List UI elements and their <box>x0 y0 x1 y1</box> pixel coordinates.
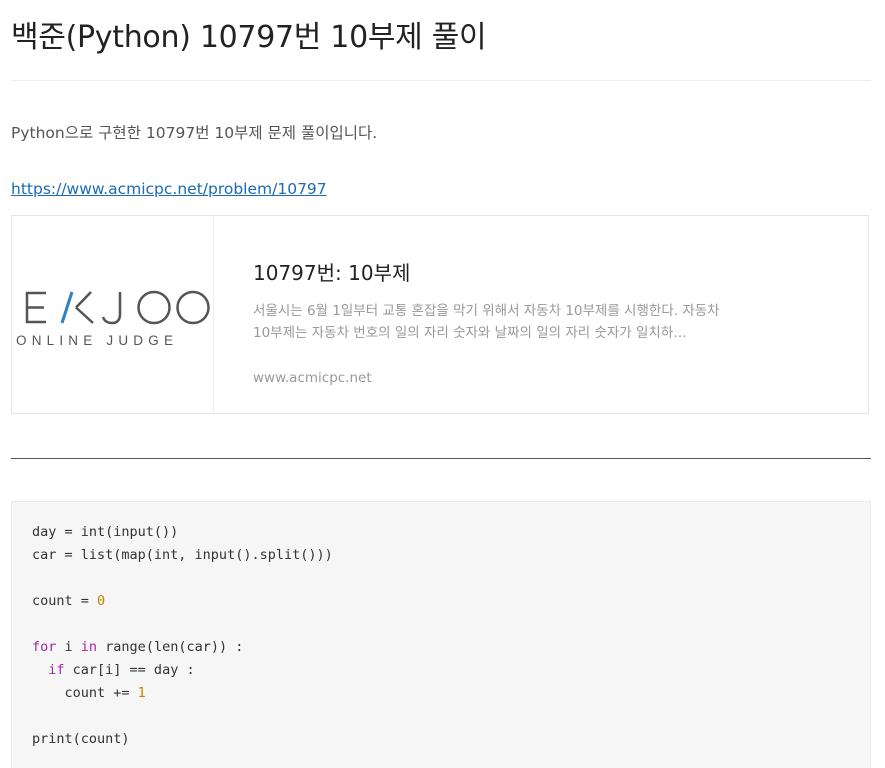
code-text: count = <box>32 593 98 609</box>
code-line: count = 0 <box>32 590 333 613</box>
code-text: i <box>56 639 81 655</box>
code-content: day = int(input()) car = list(map(int, in… <box>32 521 333 751</box>
code-number: 1 <box>137 685 146 701</box>
code-keyword: if <box>48 662 65 678</box>
code-line: car = list(map(int, input().split())) <box>32 544 333 567</box>
code-text: count += <box>32 685 138 701</box>
code-number: 0 <box>97 593 106 609</box>
code-text: car = list(map(int, input().split())) <box>32 547 333 563</box>
code-text: print(count) <box>32 731 130 747</box>
code-keyword: in <box>80 639 98 655</box>
code-line: if car[i] == day : <box>32 659 333 682</box>
preview-domain: www.acmicpc.net <box>253 370 372 386</box>
preview-title: 10797번: 10부제 <box>253 261 411 285</box>
preview-thumbnail: ONLINE JUDGE <box>12 216 214 413</box>
code-text: day = int(input()) <box>32 524 179 540</box>
baekjoon-logo: ONLINE JUDGE <box>16 290 210 348</box>
code-block: day = int(input()) car = list(map(int, in… <box>11 501 871 768</box>
code-text: car[i] == day : <box>64 662 195 678</box>
code-line: for i in range(len(car)) : <box>32 636 333 659</box>
link-preview-card[interactable]: ONLINE JUDGE 10797번: 10부제 서울시는 6월 1일부터 교… <box>11 215 869 414</box>
code-line: count += 1 <box>32 682 333 705</box>
code-text: range(len(car)) : <box>97 639 244 655</box>
intro-text: Python으로 구현한 10797번 10부제 문제 풀이입니다. <box>11 124 378 142</box>
blog-post-page: 백준(Python) 10797번 10부제 풀이 Python으로 구현한 1… <box>0 0 885 768</box>
logo-subtext: ONLINE JUDGE <box>16 333 178 348</box>
code-keyword: for <box>32 639 57 655</box>
preview-description: 서울시는 6월 1일부터 교통 혼잡을 막기 위해서 자동차 10부제를 시행한… <box>253 303 720 341</box>
page-title: 백준(Python) 10797번 10부제 풀이 <box>11 20 487 55</box>
title-divider <box>11 80 871 81</box>
horizontal-rule <box>11 458 871 459</box>
problem-link[interactable]: https://www.acmicpc.net/problem/10797 <box>11 180 327 198</box>
code-line: print(count) <box>32 728 333 751</box>
code-line: day = int(input()) <box>32 521 333 544</box>
